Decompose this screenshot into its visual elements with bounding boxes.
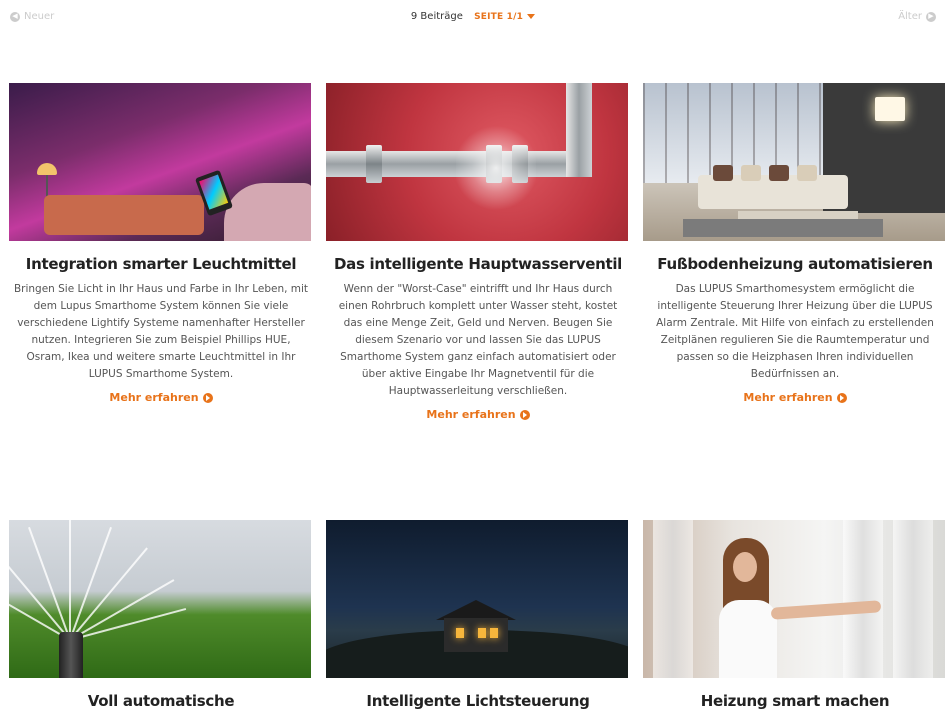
post-thumbnail-garden-irrigation[interactable] <box>9 520 311 678</box>
page-select-dropdown[interactable]: SEITE 1/1 <box>474 12 536 22</box>
post-thumbnail-smart-heating[interactable] <box>643 520 945 678</box>
read-more-label: Mehr erfahren <box>743 391 833 404</box>
post-excerpt: Das LUPUS Smarthomesystem ermöglicht die… <box>656 283 934 380</box>
post-excerpt: Wenn der "Worst-Case" eintrifft und Ihr … <box>338 283 618 397</box>
post-title[interactable]: Voll automatische Gartenbewässerung <box>9 692 313 710</box>
arrow-right-icon <box>836 392 847 403</box>
post-excerpt: Bringen Sie Licht in Ihr Haus und Farbe … <box>13 283 309 380</box>
post-card: Das intelligente Hauptwasserventil Wenn … <box>326 83 630 422</box>
caret-down-icon <box>527 14 536 19</box>
older-label: Älter <box>898 11 922 22</box>
read-more-label: Mehr erfahren <box>426 408 516 421</box>
post-title[interactable]: Heizung smart machen <box>643 692 946 710</box>
post-thumbnail-water-valve[interactable] <box>326 83 628 241</box>
post-title[interactable]: Fußbodenheizung automatisieren <box>643 255 946 273</box>
read-more-label: Mehr erfahren <box>109 391 199 404</box>
post-count: 9 Beiträge <box>410 11 463 22</box>
read-more-link[interactable]: Mehr erfahren <box>109 391 213 404</box>
pagination-bar: ◀ Neuer 9 Beiträge SEITE 1/1 Älter ▶ <box>0 0 946 36</box>
post-card: Integration smarter Leuchtmittel Bringen… <box>9 83 313 405</box>
page-label: SEITE 1/1 <box>474 12 524 22</box>
arrow-right-icon <box>519 409 530 420</box>
post-card: Fußbodenheizung automatisieren Das LUPUS… <box>643 83 946 405</box>
post-thumbnail-smart-lights[interactable] <box>9 83 311 241</box>
older-posts-link[interactable]: Älter ▶ <box>898 11 936 22</box>
arrow-right-icon <box>202 392 213 403</box>
post-title[interactable]: Intelligente Lichtsteuerung <box>326 692 630 710</box>
post-card: Voll automatische Gartenbewässerung <box>9 520 313 710</box>
post-thumbnail-light-control[interactable] <box>326 520 628 678</box>
post-thumbnail-floor-heating[interactable] <box>643 83 945 241</box>
read-more-link[interactable]: Mehr erfahren <box>743 391 847 404</box>
post-card: Heizung smart machen <box>643 520 946 710</box>
read-more-link[interactable]: Mehr erfahren <box>426 408 530 421</box>
chevron-right-icon: ▶ <box>926 11 936 22</box>
page-info: 9 Beiträge SEITE 1/1 <box>0 11 946 22</box>
post-title[interactable]: Integration smarter Leuchtmittel <box>9 255 313 273</box>
post-card: Intelligente Lichtsteuerung <box>326 520 630 710</box>
post-title[interactable]: Das intelligente Hauptwasserventil <box>326 255 630 273</box>
